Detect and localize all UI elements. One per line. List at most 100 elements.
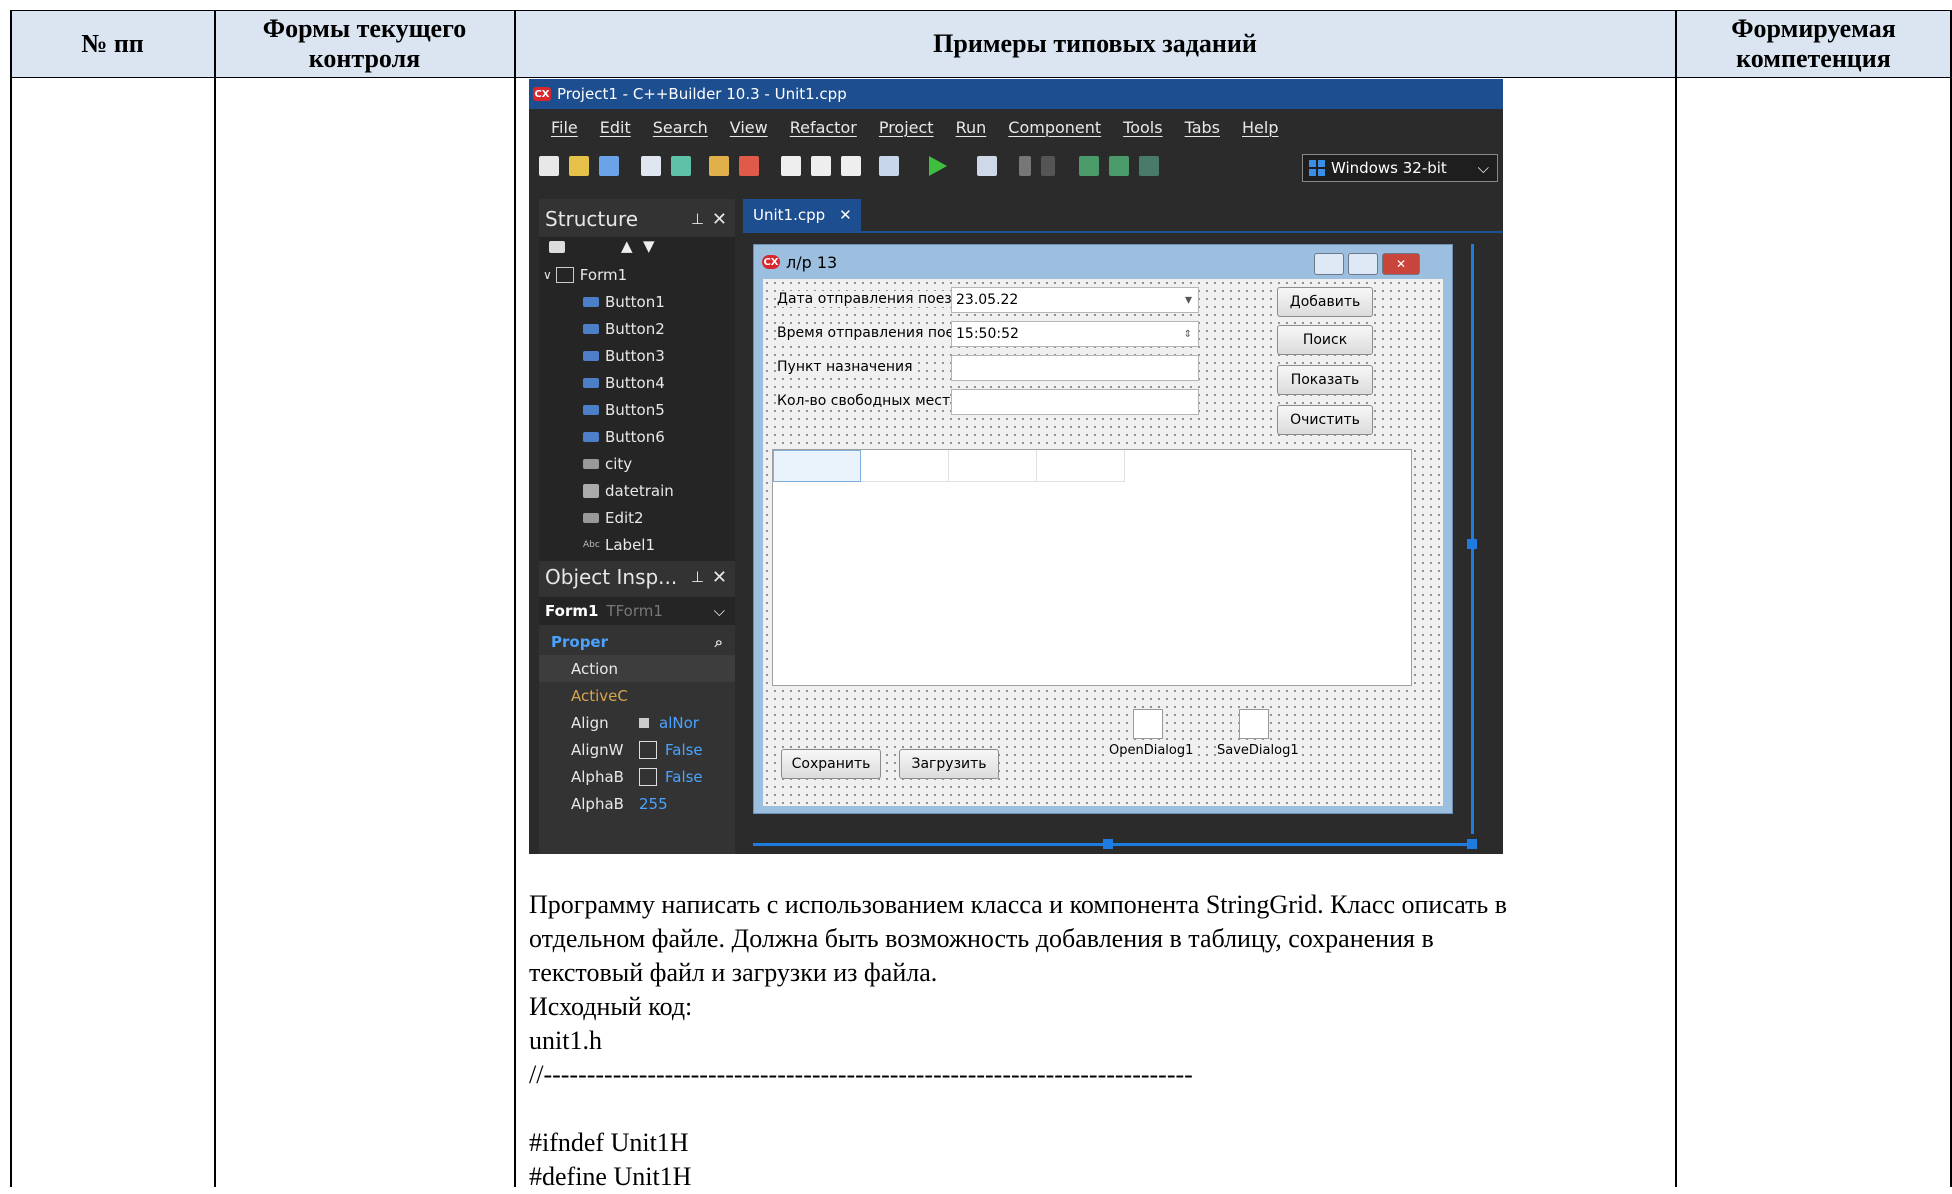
platform-selector[interactable]: Windows 32-bit ⌵ [1302,154,1498,182]
toggle-form-icon[interactable] [841,156,861,176]
menu-search[interactable]: Search [653,118,708,137]
save-dialog-icon[interactable] [1239,709,1269,739]
stop-icon[interactable] [1041,156,1055,176]
close-icon[interactable]: ✕ [712,209,727,230]
open-project-icon[interactable] [671,156,691,176]
open-folder-icon[interactable] [569,156,589,176]
pause-icon[interactable] [1019,156,1031,176]
property-row[interactable]: Align alNor [539,709,735,736]
tree-item[interactable]: Edit2 [539,504,735,531]
step-over-icon[interactable] [1079,156,1099,176]
trace-into-icon[interactable] [1109,156,1129,176]
checkbox-icon[interactable] [639,767,657,786]
maximize-icon[interactable] [1348,253,1378,275]
inspector-object-selector[interactable]: Form1 TForm1 ⌵ [539,597,735,625]
date-value: 23.05.22 [956,292,1019,308]
cbuilder-logo-icon: CX [762,255,780,269]
structure-panel-header: Structure ⊥ ✕ [539,201,735,237]
arrow-down-icon[interactable]: ▼ [643,237,655,255]
tree-item-label: Label1 [605,535,656,554]
menu-component[interactable]: Component [1008,118,1101,137]
destination-input[interactable] [951,355,1199,381]
open-dialog-icon[interactable] [1133,709,1163,739]
editor-area: Unit1.cpp ✕ CX л/р 13 ✕ Дата отправления… [743,199,1503,854]
tree-item[interactable]: Button3 [539,342,735,369]
tree-item[interactable]: Button1 [539,288,735,315]
run-without-debug-icon[interactable] [977,156,997,176]
calendar-dropdown-icon[interactable]: ▾ [1185,292,1192,308]
search-icon[interactable]: ⌕ [715,633,723,651]
tree-item-label: city [605,454,633,473]
search-button[interactable]: Поиск [1277,325,1373,355]
pin-icon[interactable]: ⊥ [691,210,704,228]
menu-refactor[interactable]: Refactor [790,118,857,137]
open-dialog-caption: OpenDialog1 [1109,743,1194,758]
menu-edit[interactable]: Edit [600,118,631,137]
new-file-icon[interactable] [539,156,559,176]
date-picker[interactable]: 23.05.22 ▾ [951,287,1199,313]
free-seats-input[interactable] [951,389,1199,415]
calendar-component-icon [583,483,599,498]
close-icon[interactable]: ✕ [1382,253,1420,275]
property-row[interactable]: AlphaB 255 [539,790,735,817]
menu-project[interactable]: Project [879,118,934,137]
save-button[interactable]: Сохранить [781,749,881,779]
time-picker[interactable]: 15:50:52 ⇕ [951,321,1199,347]
save-all-icon[interactable] [641,156,661,176]
view-form-icon[interactable] [811,156,831,176]
tab-label: Unit1.cpp [753,206,826,224]
tree-item-label: Button3 [605,346,665,365]
tab-unit1-cpp[interactable]: Unit1.cpp ✕ [743,199,861,231]
arrow-up-icon[interactable]: ▲ [621,237,633,255]
add-to-project-icon[interactable] [709,156,729,176]
menu-file[interactable]: File [551,118,578,137]
menu-view[interactable]: View [730,118,768,137]
grid-cell[interactable] [773,450,861,482]
code-line: #ifndef Unit1H [529,1128,689,1157]
property-row[interactable]: Action [539,655,735,682]
property-row[interactable]: AlphaB False [539,763,735,790]
tree-item[interactable]: Abc Label1 [539,531,735,558]
clear-button[interactable]: Очистить [1277,405,1373,435]
run-to-cursor-icon[interactable] [1139,156,1159,176]
view-unit-icon[interactable] [781,156,801,176]
close-icon[interactable]: ✕ [712,567,727,588]
checkbox-icon[interactable] [639,740,657,759]
menu-run[interactable]: Run [956,118,987,137]
tree-item[interactable]: Button6 [539,423,735,450]
new-form-icon[interactable] [879,156,899,176]
run-icon[interactable] [929,156,947,176]
tree-root-form1[interactable]: ∨ Form1 [539,261,735,288]
structure-tree: ∨ Form1 Button1 Button2 Button3 Button4 … [539,261,735,561]
grid-cell[interactable] [1037,450,1125,482]
add-button[interactable]: Добавить [1277,287,1373,317]
minimize-icon[interactable] [1314,253,1344,275]
tree-item[interactable]: city [539,450,735,477]
property-row[interactable]: AlignW False [539,736,735,763]
save-icon[interactable] [599,156,619,176]
menu-tools[interactable]: Tools [1123,118,1162,137]
tree-item[interactable]: Button4 [539,369,735,396]
close-icon[interactable]: ✕ [839,206,852,224]
tree-item[interactable]: datetrain [539,477,735,504]
tree-item[interactable]: Button2 [539,315,735,342]
folder-icon[interactable] [549,241,565,253]
grid-cell[interactable] [949,450,1037,482]
string-grid[interactable] [772,449,1412,686]
resize-handle[interactable] [1467,839,1477,849]
grid-cell[interactable] [861,450,949,482]
resize-handle[interactable] [1467,539,1477,549]
pin-icon[interactable]: ⊥ [691,568,704,586]
property-value: alNor [659,713,699,732]
resize-handle[interactable] [1103,839,1113,849]
show-button[interactable]: Показать [1277,365,1373,395]
spin-icon[interactable]: ⇕ [1184,329,1192,340]
menu-help[interactable]: Help [1242,118,1278,137]
property-row[interactable]: ActiveC [539,682,735,709]
tree-item[interactable]: Button5 [539,396,735,423]
properties-tab[interactable]: Proper ⌕ [539,629,735,655]
load-button[interactable]: Загрузить [899,749,999,779]
remove-from-project-icon[interactable] [739,156,759,176]
inspector-object-name: Form1 [545,602,599,620]
menu-tabs[interactable]: Tabs [1185,118,1220,137]
